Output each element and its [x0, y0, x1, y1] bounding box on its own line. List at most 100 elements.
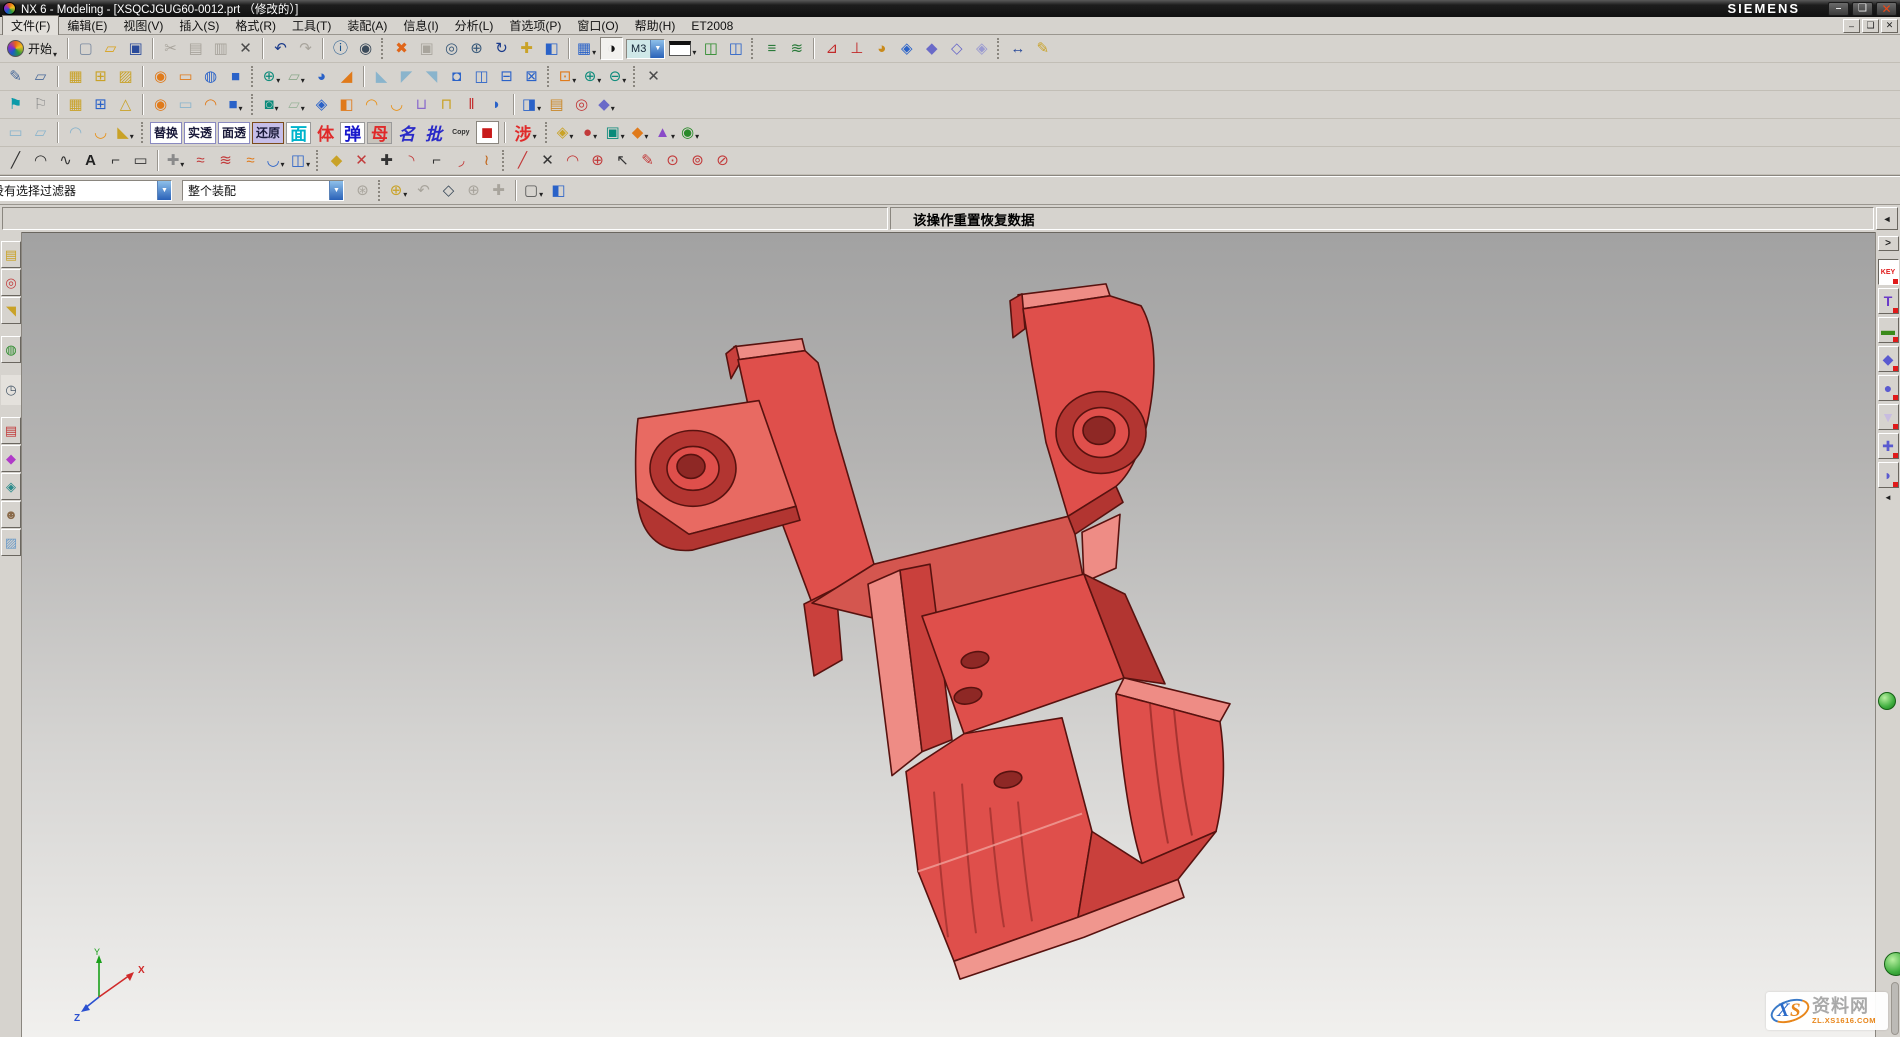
point[interactable]: ✚▾ — [164, 149, 187, 172]
combo-dropdown-icon[interactable]: ▼ — [650, 40, 664, 58]
surface-tool-2[interactable]: ▤ — [545, 93, 568, 116]
surface-tool-3[interactable]: ◎ — [570, 93, 593, 116]
restore-button[interactable]: ❑ — [1852, 2, 1873, 16]
striped-columns[interactable]: ‖ — [460, 93, 483, 116]
toolbar-grip[interactable] — [378, 180, 381, 201]
palette-green-block[interactable]: ▬ — [1878, 317, 1899, 343]
layer-settings[interactable]: ≡ — [760, 37, 783, 60]
draft[interactable]: ◥ — [420, 65, 443, 88]
copy-button[interactable]: Copy — [448, 122, 474, 144]
selection-filter-combo[interactable]: 没有选择过滤器 ▼ — [0, 180, 172, 201]
menu-item-9[interactable]: 分析(L) — [447, 16, 502, 35]
extrude[interactable]: ◉ — [149, 65, 172, 88]
palette-angle-block[interactable]: ◆ — [1878, 346, 1899, 372]
dropdown-caret-icon[interactable]: ▾ — [695, 132, 699, 143]
delete[interactable]: ✕ — [234, 37, 257, 60]
shell[interactable]: ◘ — [445, 65, 468, 88]
menu-item-6[interactable]: 工具(T) — [284, 16, 339, 35]
toolbar-grip[interactable] — [141, 122, 144, 143]
background-color-swatch[interactable]: ▾ — [668, 37, 697, 60]
fillet-curve[interactable]: ◝ — [400, 149, 423, 172]
toolbar-grip[interactable] — [251, 66, 254, 87]
flange[interactable]: ◡ — [89, 121, 112, 144]
chamfer[interactable]: ◤ — [395, 65, 418, 88]
selection-scope-combo[interactable]: 整个装配 ▼ — [182, 180, 344, 201]
palette-cross-part[interactable]: ✚ — [1878, 433, 1899, 459]
restore-button[interactable]: 还原 — [252, 122, 284, 144]
hem-flange[interactable]: ⊓ — [435, 93, 458, 116]
bend-up[interactable]: ◠ — [360, 93, 383, 116]
dropdown-caret-icon[interactable]: ▾ — [403, 190, 407, 201]
palette-key[interactable]: KEY — [1878, 259, 1899, 285]
palette-t-part[interactable]: T — [1878, 288, 1899, 314]
dropdown-caret-icon[interactable]: ▾ — [180, 160, 184, 171]
name-button[interactable]: 名 — [394, 122, 419, 144]
sphere[interactable]: ◕ — [310, 65, 333, 88]
offset-curve-1[interactable]: ≈ — [189, 149, 212, 172]
tab-history[interactable]: ◷ — [1, 375, 21, 405]
snap-target[interactable]: ⊕▾ — [387, 179, 410, 202]
grab-hand[interactable]: ✚ — [487, 179, 510, 202]
rotate-view[interactable]: ↻ — [490, 37, 513, 60]
block[interactable]: ■ — [224, 65, 247, 88]
dropdown-caret-icon[interactable]: ▾ — [276, 76, 280, 87]
wcs-orientation[interactable]: ⊥ — [845, 37, 868, 60]
bend-down[interactable]: ◡ — [385, 93, 408, 116]
boolean-subtract[interactable]: ⊖▾ — [606, 65, 629, 88]
dropdown-caret-icon[interactable]: ▾ — [644, 132, 648, 143]
toolbar-grip[interactable] — [547, 66, 550, 87]
sm-flange-left[interactable]: ▱ — [29, 121, 52, 144]
combo-dropdown-icon[interactable]: ▼ — [157, 181, 171, 200]
unite-feature[interactable]: ⊕▾ — [260, 65, 283, 88]
circle-2[interactable]: ⊚ — [686, 149, 709, 172]
display-option-2[interactable]: ◈ — [970, 37, 993, 60]
edit-object-display[interactable]: ◆ — [920, 37, 943, 60]
toolbar-grip[interactable] — [502, 150, 505, 171]
split-body[interactable]: ⊠ — [520, 65, 543, 88]
solid-translucent-button[interactable]: 实透 — [184, 122, 216, 144]
dropdown-caret-icon[interactable]: ▾ — [692, 48, 696, 59]
wedge[interactable]: ◢ — [335, 65, 358, 88]
tool-lock[interactable]: ●▾ — [579, 121, 602, 144]
wire-box[interactable]: ▦ — [64, 93, 87, 116]
undo[interactable]: ↶ — [269, 37, 292, 60]
boolean-unite[interactable]: ⊕▾ — [581, 65, 604, 88]
dropdown-caret-icon[interactable]: ▾ — [539, 190, 543, 201]
dropdown-caret-icon[interactable]: ▾ — [275, 104, 279, 115]
stretch-curve[interactable]: ≀ — [475, 149, 498, 172]
menu-item-8[interactable]: 信息(I) — [395, 16, 446, 35]
tool-prism[interactable]: ◆▾ — [629, 121, 652, 144]
minimize-button[interactable]: – — [1828, 2, 1849, 16]
child-restore-button[interactable]: ❑ — [1862, 19, 1879, 33]
palette-expand-button[interactable]: > — [1878, 236, 1899, 251]
mesh-surface[interactable]: △ — [114, 93, 137, 116]
fit-view[interactable]: ✖ — [390, 37, 413, 60]
datum-plane[interactable]: ▦ — [64, 65, 87, 88]
menu-item-1[interactable]: 文件(F) — [2, 15, 59, 36]
spline[interactable]: ∿ — [54, 149, 77, 172]
extrude-orange[interactable]: ◧ — [335, 93, 358, 116]
toolbar-grip[interactable] — [633, 66, 636, 87]
face-button[interactable]: 面 — [286, 122, 311, 144]
cut[interactable]: ✂ — [159, 37, 182, 60]
delete-face[interactable]: ✕ — [642, 65, 665, 88]
join-curve[interactable]: ◞ — [450, 149, 473, 172]
line[interactable]: ╱ — [4, 149, 27, 172]
immediate-hide[interactable]: ◫ — [724, 37, 747, 60]
datum-axis[interactable]: ⊿ — [820, 37, 843, 60]
wire-diamond[interactable]: ◈ — [310, 93, 333, 116]
prompt-scroll-left-button[interactable]: ◄ — [1876, 207, 1898, 230]
replace-button[interactable]: 替换 — [150, 122, 182, 144]
tool-shield[interactable]: ◈▾ — [554, 121, 577, 144]
box-plus[interactable]: ⊞ — [89, 93, 112, 116]
trim-curve[interactable]: ✕ — [350, 149, 373, 172]
rectangle[interactable]: ▭ — [129, 149, 152, 172]
dropdown-caret-icon[interactable]: ▾ — [306, 160, 310, 171]
layer-visible-in-view[interactable]: ≋ — [785, 37, 808, 60]
sketch-in-task[interactable]: ▱ — [29, 65, 52, 88]
dropdown-caret-icon[interactable]: ▾ — [592, 48, 596, 59]
dropdown-caret-icon[interactable]: ▾ — [130, 132, 134, 143]
arc-2[interactable]: ◠ — [561, 149, 584, 172]
marquee-select[interactable]: ▢▾ — [522, 179, 545, 202]
shaded-cube-select[interactable]: ◧ — [547, 179, 570, 202]
